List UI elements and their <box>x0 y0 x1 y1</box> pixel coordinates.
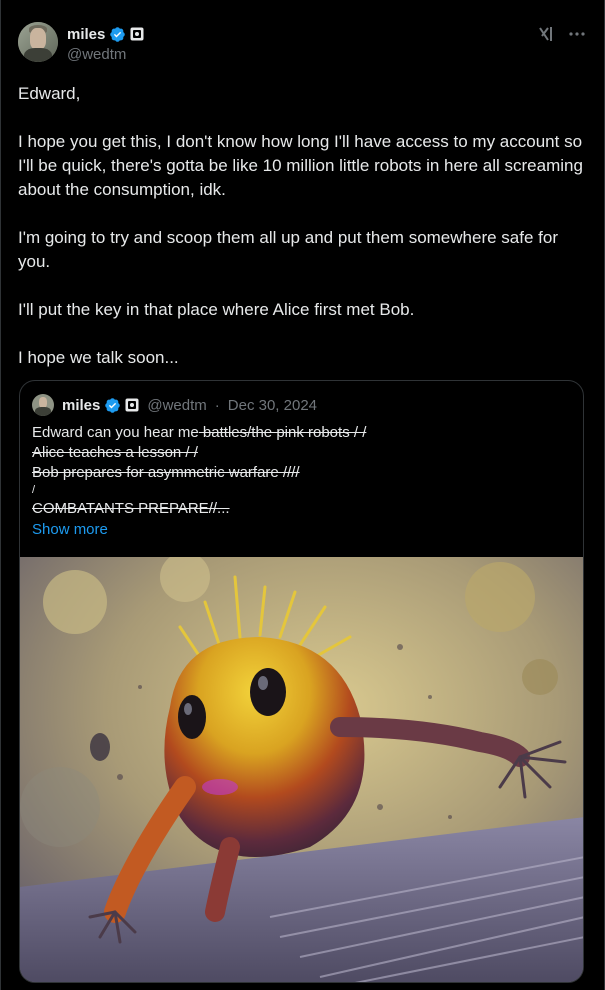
tweet-text: Edward, I hope you get this, I don't kno… <box>18 82 588 370</box>
quoted-tweet[interactable]: miles @wedtm · Dec 30, 2024 Edward can y… <box>19 380 584 983</box>
quoted-author-handle[interactable]: @wedtm <box>147 397 206 414</box>
quoted-author-display-name[interactable]: miles <box>62 397 100 414</box>
quoted-line-4: / <box>32 484 36 496</box>
quoted-tweet-image[interactable] <box>20 557 583 982</box>
creature-illustration <box>20 557 583 982</box>
author-handle[interactable]: @wedtm <box>67 46 126 63</box>
affiliate-badge-icon[interactable] <box>130 27 144 41</box>
quoted-tweet-header: miles @wedtm · Dec 30, 2024 <box>32 394 317 416</box>
tweet-paragraph: Edward, <box>18 84 81 103</box>
quoted-line-1-strike: battles/the pink robots / / <box>198 424 367 441</box>
quoted-line-1: Edward can you hear me battles/the pink … <box>32 423 552 443</box>
tweet-paragraph: I hope you get this, I don't know how lo… <box>18 132 583 199</box>
tweet-top-actions <box>537 24 587 44</box>
quoted-line-2: Alice teaches a lesson / / <box>32 444 198 461</box>
quoted-tweet-text: Edward can you hear me battles/the pink … <box>32 423 552 519</box>
show-more-link[interactable]: Show more <box>32 521 108 538</box>
quoted-line-5: COMBATANTS PREPARE//... <box>32 500 230 517</box>
author-avatar[interactable] <box>18 22 58 62</box>
tweet-paragraph: I hope we talk soon... <box>18 348 179 367</box>
verified-badge-icon[interactable] <box>109 26 126 43</box>
left-border <box>0 0 1 990</box>
tweet-paragraph: I'm going to try and scoop them all up a… <box>18 228 558 271</box>
tweet-header: miles @wedtm <box>18 22 587 66</box>
grok-icon[interactable] <box>537 24 557 44</box>
quoted-author-avatar[interactable] <box>32 394 54 416</box>
tweet-paragraph: I'll put the key in that place where Ali… <box>18 300 415 319</box>
quoted-tweet-date[interactable]: Dec 30, 2024 <box>228 397 317 414</box>
author-display-name[interactable]: miles <box>67 26 105 43</box>
meta-separator: · <box>214 396 220 414</box>
author-name-row: miles <box>67 24 144 44</box>
affiliate-badge-icon[interactable] <box>125 398 139 412</box>
quoted-line-3: Bob prepares for asymmetric warfare //// <box>32 464 300 481</box>
quoted-line-1-text: Edward can you hear me <box>32 424 199 441</box>
more-options-icon[interactable] <box>567 24 587 44</box>
verified-badge-icon[interactable] <box>104 397 121 414</box>
